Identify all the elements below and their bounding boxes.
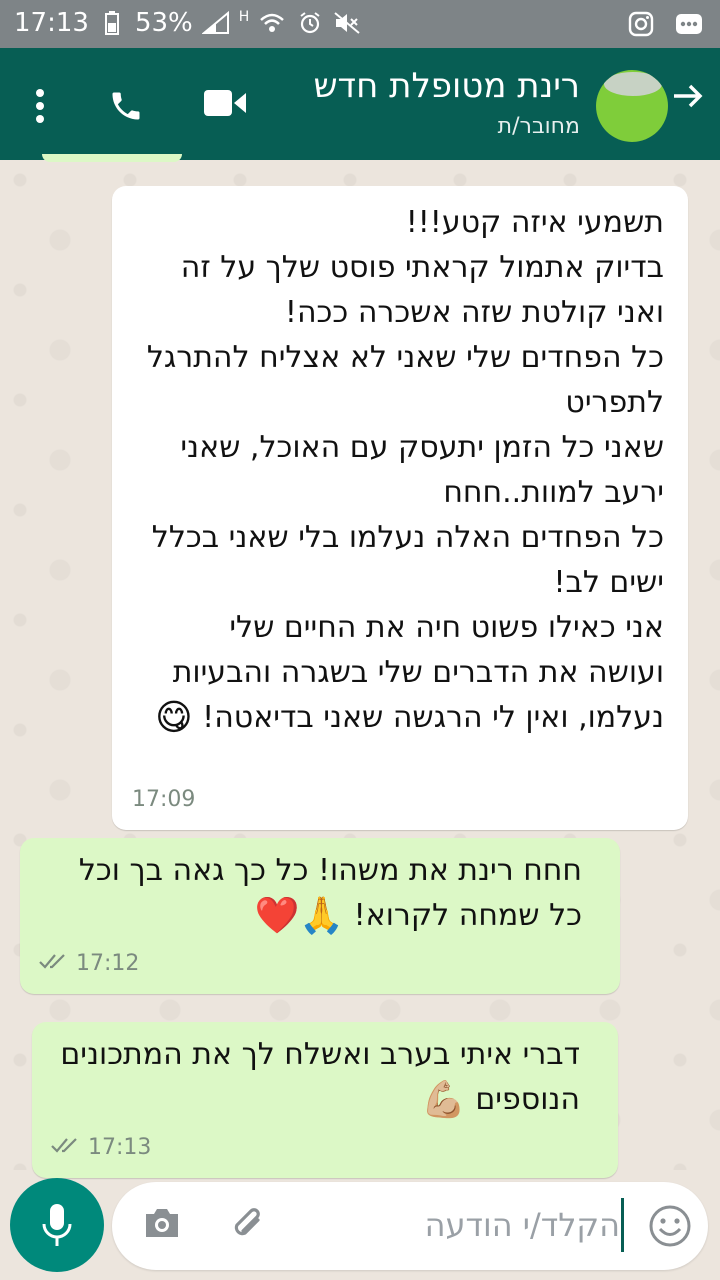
message-bubble-outgoing[interactable]: חחח רינת את משהו! כל כך גאה בך וכל כל שמ… [20, 838, 620, 994]
previous-message-edge [42, 154, 182, 162]
message-text: דברי איתי בערב ואשלח לך את המתכונים הנוס… [60, 1037, 580, 1117]
text-cursor [621, 1198, 624, 1252]
wifi-icon [257, 8, 287, 38]
double-check-icon [38, 941, 68, 986]
avatar[interactable] [596, 70, 668, 142]
message-meta: 17:12 [38, 941, 139, 986]
paperclip-icon[interactable] [228, 1204, 270, 1250]
message-time: 17:09 [132, 787, 196, 812]
message-time: 17:12 [76, 951, 140, 976]
battery-icon [97, 8, 127, 38]
message-meta: 17:09 [132, 777, 195, 822]
signal-icon [201, 8, 231, 38]
message-placeholder: הקלד/י הודעה [424, 1206, 620, 1244]
video-call-icon[interactable] [204, 88, 246, 122]
message-input-bar[interactable]: הקלד/י הודעה [112, 1182, 708, 1270]
chat-header: רינת מטופלת חדש מחובר/ת [0, 48, 720, 160]
smiley-icon[interactable] [648, 1204, 692, 1252]
phone-icon[interactable] [108, 88, 144, 128]
more-vert-icon[interactable] [34, 88, 46, 128]
arrow-right-icon[interactable] [670, 78, 706, 124]
emoji: 🙏❤️ [254, 895, 345, 937]
contact-status: מחובר/ת [497, 114, 580, 139]
emoji: 😋 [155, 697, 193, 739]
message-time: 17:13 [88, 1135, 152, 1160]
camera-icon[interactable] [142, 1206, 182, 1244]
emoji: 💪🏼 [421, 1079, 466, 1121]
mute-icon [333, 8, 363, 38]
notification-dots-icon [674, 9, 704, 39]
message-bubble-incoming[interactable]: תשמעי איזה קטע!!! בדיוק אתמול קראתי פוסט… [112, 186, 688, 830]
mic-icon[interactable] [10, 1178, 104, 1272]
status-bar: 17:13 53% H [0, 0, 720, 48]
instagram-icon [626, 9, 656, 39]
alarm-icon [295, 8, 325, 38]
contact-name[interactable]: רינת מטופלת חדש [313, 66, 580, 106]
battery-percent: 53% [134, 8, 193, 38]
double-check-icon [50, 1125, 80, 1170]
network-type-label: H [238, 9, 250, 25]
message-bubble-outgoing[interactable]: דברי איתי בערב ואשלח לך את המתכונים הנוס… [32, 1022, 618, 1178]
chat-area[interactable]: תשמעי איזה קטע!!! בדיוק אתמול קראתי פוסט… [0, 154, 720, 1178]
message-text: תשמעי איזה קטע!!! בדיוק אתמול קראתי פוסט… [146, 205, 664, 735]
message-meta: 17:13 [50, 1125, 151, 1170]
status-time: 17:13 [14, 8, 89, 38]
